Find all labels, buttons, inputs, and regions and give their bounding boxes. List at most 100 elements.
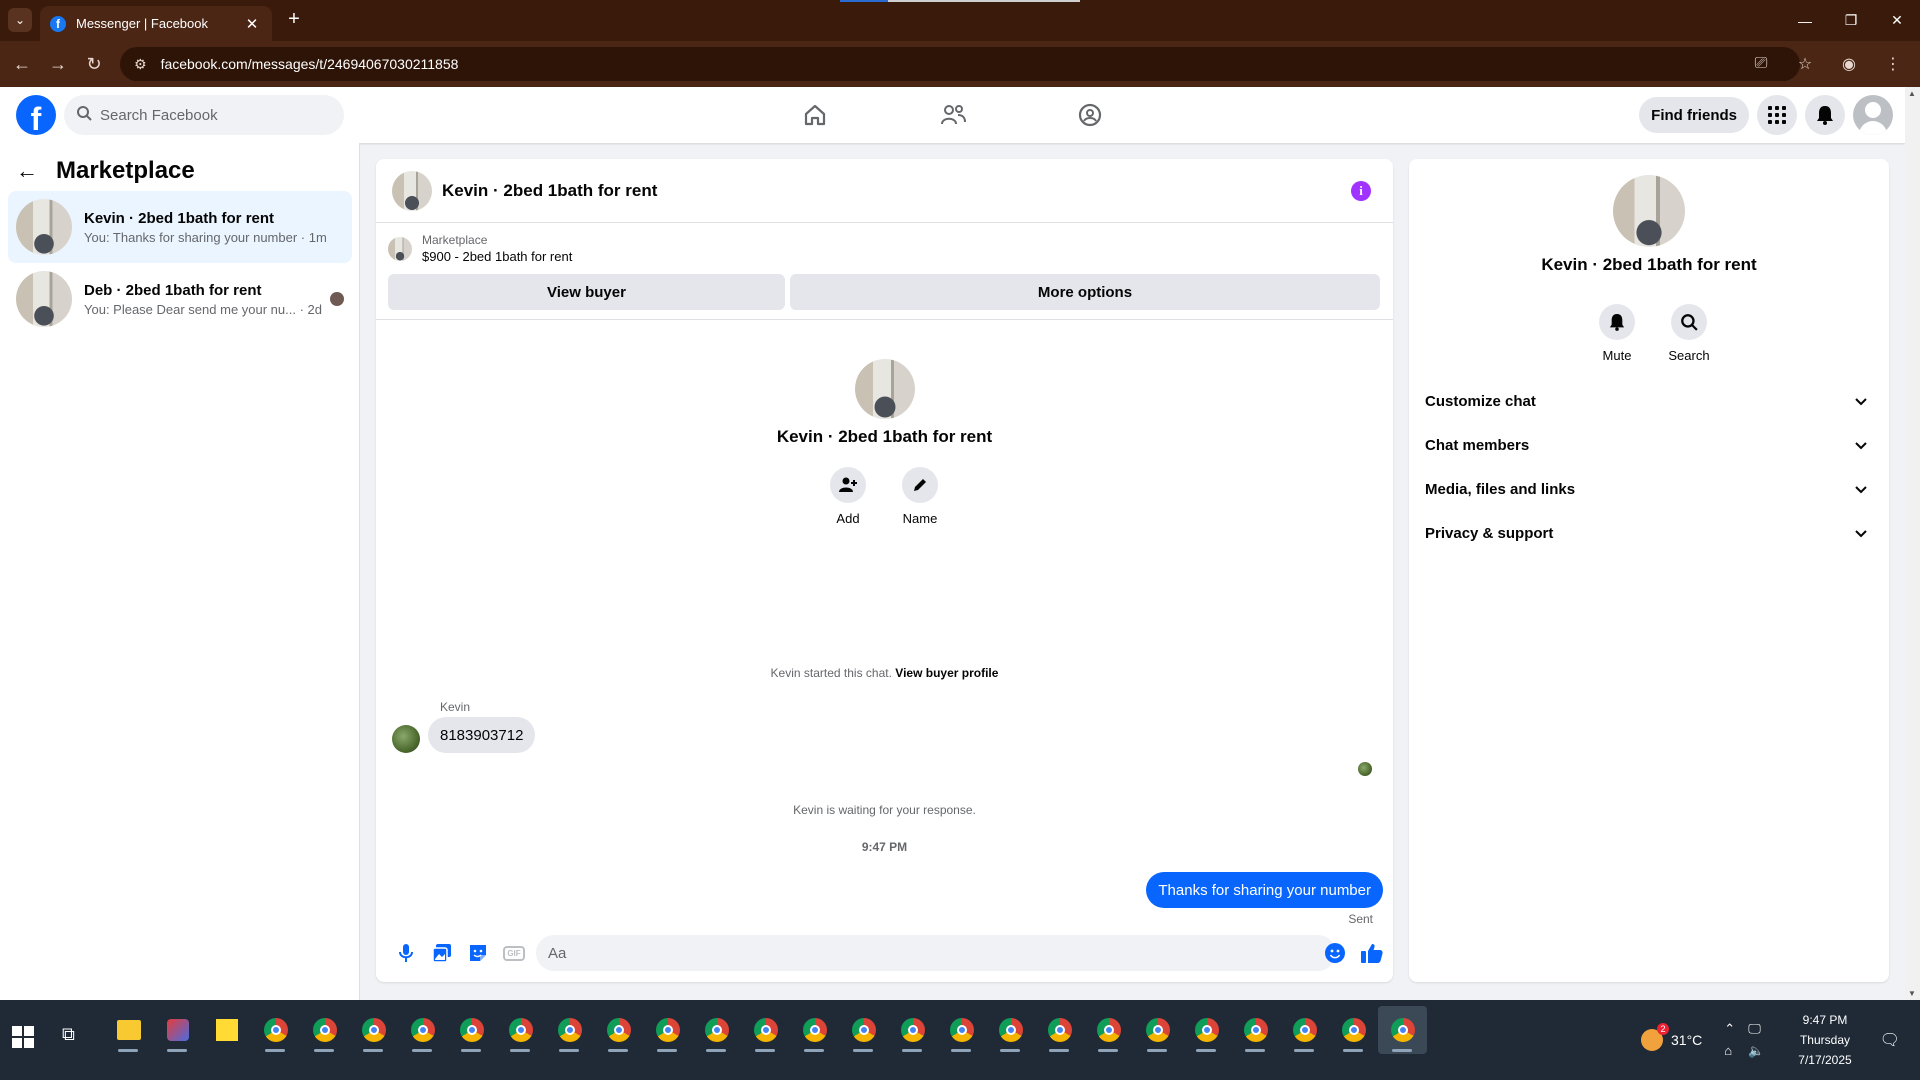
display-icon[interactable]: 🖵 [1748,1021,1768,1037]
chrome-icon[interactable] [1084,1006,1133,1054]
find-friends-button[interactable]: Find friends [1639,97,1749,133]
add-people-action[interactable]: Add [818,467,878,526]
view-buyer-profile-link[interactable]: View buyer profile [895,666,998,680]
profile-icon[interactable]: ◉ [1832,47,1866,81]
marketplace-listing[interactable]: Marketplace $900 - 2bed 1bath for rent [388,233,572,264]
tab-search-button[interactable]: ⌄ [8,8,32,32]
chrome-icon-active[interactable] [1378,1006,1427,1054]
facebook-logo-icon[interactable]: f [16,95,56,135]
nav-home[interactable] [759,91,871,139]
chat-title[interactable]: Kevin · 2bed 1bath for rent [442,181,657,201]
chrome-icon[interactable] [496,1006,545,1054]
chrome-icon[interactable] [1280,1006,1329,1054]
install-app-icon[interactable]: ⎚ [1744,47,1778,81]
more-options-button[interactable]: More options [790,274,1380,310]
chrome-icon[interactable] [986,1006,1035,1054]
bookmark-star-icon[interactable]: ☆ [1788,47,1822,81]
info-icon[interactable]: i [1351,181,1371,201]
chrome-icon[interactable] [398,1006,447,1054]
site-info-icon[interactable]: ⚙ [134,56,147,73]
chrome-icon[interactable] [349,1006,398,1054]
restore-button[interactable]: ❐ [1828,0,1874,41]
notification-center-icon[interactable]: 🗨 [1880,1030,1900,1050]
clock-time: 9:47 PM [1802,1013,1848,1027]
incoming-message-bubble[interactable]: 8183903712 [428,717,536,753]
snipping-tool-icon[interactable] [153,1006,202,1054]
thumbs-up-button[interactable] [1354,935,1390,971]
menu-grid-button[interactable] [1757,95,1797,135]
window-close-button[interactable]: ✕ [1874,0,1920,41]
customize-chat-section[interactable]: Customize chat [1425,379,1873,423]
media-files-links-section[interactable]: Media, files and links [1425,467,1873,511]
network-icon[interactable]: ⌂ [1724,1043,1744,1059]
details-profile-thumbnail[interactable] [1613,175,1685,247]
chrome-icon[interactable] [251,1006,300,1054]
chrome-icon[interactable] [447,1006,496,1054]
search-icon[interactable] [1671,304,1707,340]
privacy-support-section[interactable]: Privacy & support [1425,511,1873,555]
forward-button[interactable]: → [46,52,70,76]
chrome-icon[interactable] [692,1006,741,1054]
windows-start-icon[interactable] [12,1026,34,1048]
scroll-up-icon[interactable]: ▲ [1908,89,1916,98]
chevron-up-icon[interactable]: ⌃ [1724,1021,1744,1037]
chrome-icon[interactable] [545,1006,594,1054]
conversation-item-deb[interactable]: Deb · 2bed 1bath for rent You: Please De… [8,263,352,335]
emoji-button[interactable] [1319,937,1351,969]
facebook-search[interactable] [64,95,344,135]
chrome-icon[interactable] [1329,1006,1378,1054]
message-input[interactable] [536,935,1336,971]
chrome-icon[interactable] [1035,1006,1084,1054]
back-arrow-icon[interactable]: ← [16,158,38,184]
outgoing-message-bubble[interactable]: Thanks for sharing your number [1146,872,1383,908]
chrome-icon[interactable] [1133,1006,1182,1054]
sticker-icon[interactable] [460,935,496,971]
chat-header-thumbnail[interactable] [392,170,432,211]
search-in-chat-action[interactable]: Search [1659,304,1719,363]
nav-friends[interactable] [897,91,1009,139]
bell-icon[interactable] [1599,304,1635,340]
photo-icon[interactable] [424,935,460,971]
address-bar[interactable]: ⚙ facebook.com/messages/t/24694067030211… [120,47,1800,81]
browser-tab[interactable]: f Messenger | Facebook ✕ [40,6,272,41]
chrome-icon[interactable] [937,1006,986,1054]
sticky-notes-icon[interactable] [202,1006,251,1054]
volume-icon[interactable]: 🔈 [1748,1043,1768,1059]
add-person-icon[interactable] [830,467,866,503]
chrome-icon[interactable] [790,1006,839,1054]
chrome-icon[interactable] [1231,1006,1280,1054]
page-scrollbar[interactable]: ▲ ▼ [1905,87,1920,1000]
chat-members-section[interactable]: Chat members [1425,423,1873,467]
search-input[interactable] [100,106,320,124]
chrome-icon[interactable] [643,1006,692,1054]
chrome-icon[interactable] [1182,1006,1231,1054]
reload-button[interactable]: ↻ [82,52,106,76]
edit-name-action[interactable]: Name [890,467,950,526]
intro-profile-thumbnail[interactable] [854,359,915,419]
gif-icon[interactable]: GIF [496,935,532,971]
taskbar-clock[interactable]: 9:47 PM Thursday 7/17/2025 [1798,1010,1851,1070]
mute-action[interactable]: Mute [1587,304,1647,363]
file-explorer-icon[interactable] [104,1006,153,1054]
back-button[interactable]: ← [10,52,34,76]
sender-avatar[interactable] [392,725,420,753]
chrome-icon[interactable] [888,1006,937,1054]
pencil-icon[interactable] [902,467,938,503]
new-tab-button[interactable]: + [282,8,306,32]
tab-close-icon[interactable]: ✕ [242,15,262,33]
account-avatar[interactable] [1853,95,1893,135]
chrome-icon[interactable] [741,1006,790,1054]
weather-widget[interactable]: 2 31°C [1641,1023,1702,1051]
nav-groups[interactable] [1034,91,1146,139]
chrome-icon[interactable] [594,1006,643,1054]
scroll-down-icon[interactable]: ▼ [1908,989,1916,998]
microphone-icon[interactable] [388,935,424,971]
chrome-icon[interactable] [839,1006,888,1054]
conversation-item-kevin[interactable]: Kevin · 2bed 1bath for rent You: Thanks … [8,191,352,263]
minimize-button[interactable]: — [1782,0,1828,41]
chrome-icon[interactable] [300,1006,349,1054]
task-view-icon[interactable]: ⧉ [62,1024,75,1045]
browser-menu-icon[interactable]: ⋮ [1876,47,1910,81]
notifications-button[interactable] [1805,95,1845,135]
view-buyer-button[interactable]: View buyer [388,274,785,310]
